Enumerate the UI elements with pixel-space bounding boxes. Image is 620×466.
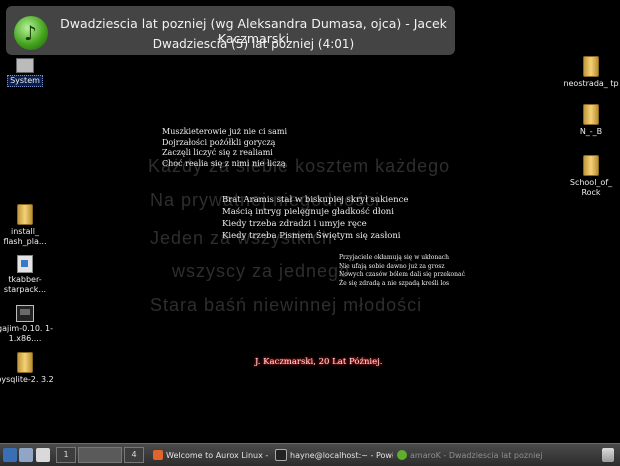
lyric-line: Choć realia się z nimi nie liczą bbox=[162, 158, 286, 168]
editor-launcher[interactable] bbox=[36, 448, 50, 462]
desktop-switch-1[interactable]: 1 bbox=[56, 447, 76, 463]
lyric-line: Kiedy trzeba zdradzi i umyje ręce bbox=[222, 219, 367, 229]
lyric-line: Że się zdradą a nie szpadą kreśli los bbox=[339, 279, 450, 287]
task-label: hayne@localhost:~ - Powłok bbox=[290, 450, 393, 460]
computer-icon bbox=[16, 58, 34, 73]
desktop-icon-label: School_of_ Rock bbox=[569, 178, 613, 197]
lyric-line: Dojrzałości pożółkli goryczą bbox=[162, 137, 276, 147]
terminal-icon bbox=[275, 449, 287, 461]
lyric-line: Brat Aramis stał w biskupiej skrył sukie… bbox=[222, 195, 409, 205]
desktop-icon-n-b[interactable]: N_-_B bbox=[562, 104, 620, 137]
taskbar: 1 4 Welcome to Aurox Linux - Mo hayne@lo… bbox=[0, 443, 620, 466]
lyric-line: Muszkieterowie już nie ci sami bbox=[162, 127, 288, 136]
lyric-line: Kiedy trzeba Pismem Świętym się zasłoni bbox=[222, 231, 401, 241]
package-icon bbox=[17, 255, 33, 273]
archive-icon bbox=[16, 305, 34, 322]
ghost-line: wszyscy za jednego bbox=[172, 261, 351, 281]
lyrics-stanza-3: Przyjaciele okłamują się w ukłonach Nie … bbox=[339, 254, 465, 288]
k-menu-icon bbox=[3, 448, 17, 462]
desktop-icon-label: System bbox=[7, 75, 43, 87]
desktop-icon-gajim[interactable]: gajim-0.10. 1-1.x86.... bbox=[0, 305, 54, 344]
signature: J. Kaczmarski, 20 Lat Później. bbox=[255, 357, 383, 367]
ghost-line: Stara baśń niewinnej młodości bbox=[150, 295, 423, 315]
task-label: amaroK - Dwadziescia lat pozniej bbox=[410, 450, 543, 460]
lyrics-stanza-1: Muszkieterowie już nie ci sami Dojrzałoś… bbox=[162, 127, 287, 169]
desktop-icon-label: gajim-0.10. 1-1.x86.... bbox=[0, 324, 53, 343]
lyric-line: Maścią intryg pielęgnuje gładkość dłoni bbox=[222, 207, 395, 217]
desktop: Każdy za siebie kosztem każdego Na prywa… bbox=[0, 0, 620, 443]
desktop-icon-system[interactable]: System bbox=[0, 58, 54, 87]
lyrics-stanza-2: Brat Aramis stał w biskupiej skrył sukie… bbox=[222, 194, 408, 242]
home-launcher[interactable] bbox=[19, 448, 33, 462]
lyric-line: Nowych czasów bólem dali się przekonać bbox=[339, 271, 465, 278]
folder-icon bbox=[583, 104, 599, 125]
desktop-switch-4[interactable]: 4 bbox=[124, 447, 144, 463]
desktop-icon-label: N_-_B bbox=[579, 127, 603, 136]
desktop-icon-label: tkabber- starpack... bbox=[3, 275, 47, 294]
folder-icon bbox=[583, 56, 599, 77]
document-icon bbox=[36, 448, 50, 462]
notification-track: Dwadziescia (5) lat pozniej (4:01) bbox=[152, 37, 355, 51]
desktop-icon-school-of-rock[interactable]: School_of_ Rock bbox=[562, 155, 620, 198]
amarok-icon bbox=[397, 450, 407, 460]
k-menu-button[interactable] bbox=[3, 448, 17, 462]
desktop-icon-label: neostrada_ tp bbox=[563, 79, 619, 88]
desktop-icon-pysqlite[interactable]: pysqlite-2. 3.2 bbox=[0, 352, 54, 385]
lyric-line: Nie ufają sobie dawno już za grosz bbox=[339, 262, 445, 270]
desktop-icon-install-flash[interactable]: install_ flash_pla... bbox=[0, 204, 54, 247]
desktop-icon-tkabber[interactable]: tkabber- starpack... bbox=[0, 255, 54, 295]
desktop-icon-neostrada[interactable]: neostrada_ tp bbox=[562, 56, 620, 89]
amarok-icon: ♪ bbox=[14, 16, 48, 50]
folder-icon bbox=[583, 155, 599, 176]
home-folder-icon bbox=[19, 448, 33, 462]
desktop-pager[interactable] bbox=[78, 447, 122, 463]
trash-icon[interactable] bbox=[602, 448, 614, 462]
task-label: Welcome to Aurox Linux - Mo bbox=[166, 450, 271, 460]
lyric-line: Zaczęli liczyć się z realiami bbox=[162, 148, 273, 157]
desktop-icon-label: install_ flash_pla... bbox=[3, 227, 47, 246]
firefox-icon bbox=[153, 450, 163, 460]
task-terminal[interactable]: hayne@localhost:~ - Powłok bbox=[275, 448, 393, 462]
task-firefox[interactable]: Welcome to Aurox Linux - Mo bbox=[153, 448, 271, 462]
lyric-line: Przyjaciele okłamują się w ukłonach bbox=[339, 254, 449, 261]
now-playing-notification[interactable]: ♪ Dwadziescia lat pozniej (wg Aleksandra… bbox=[6, 6, 455, 55]
task-amarok[interactable]: amaroK - Dwadziescia lat pozniej bbox=[397, 448, 589, 462]
folder-icon bbox=[17, 204, 33, 225]
folder-icon bbox=[17, 352, 33, 373]
desktop-icon-label: pysqlite-2. 3.2 bbox=[0, 375, 54, 384]
